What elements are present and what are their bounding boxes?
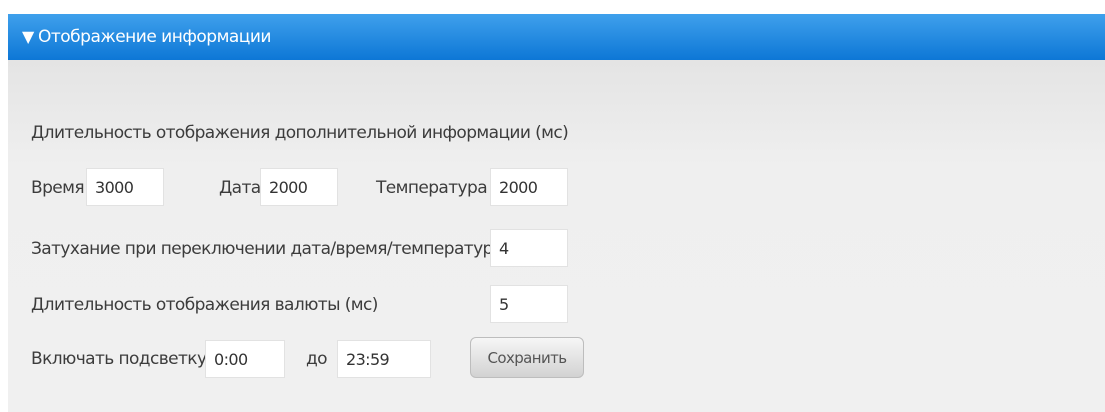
backlight-label: Включать подсветку с — [31, 349, 221, 369]
fade-duration-input[interactable] — [490, 229, 568, 267]
section-title: Отображение информации — [38, 27, 271, 47]
time-duration-input[interactable] — [86, 168, 164, 206]
currency-duration-input[interactable] — [490, 285, 568, 323]
backlight-from-input[interactable] — [205, 340, 285, 378]
section-header[interactable]: ▼ Отображение информации — [8, 14, 1105, 60]
temperature-label: Температура — [376, 178, 488, 198]
time-label: Время — [31, 178, 85, 198]
save-button[interactable]: Сохранить — [470, 337, 584, 378]
backlight-to-label: до — [306, 349, 328, 369]
date-duration-input[interactable] — [260, 168, 338, 206]
currency-duration-label: Длительность отображения валюты (мс) — [31, 295, 378, 315]
date-label: Дата — [219, 178, 261, 198]
info-display-panel: ▼ Отображение информации Длительность от… — [0, 0, 1105, 412]
display-duration-heading: Длительность отображения дополнительной … — [31, 123, 569, 143]
collapse-arrow-icon[interactable]: ▼ — [22, 28, 34, 46]
fade-label: Затухание при переключении дата/время/те… — [31, 239, 541, 259]
temperature-duration-input[interactable] — [490, 168, 568, 206]
backlight-to-input[interactable] — [337, 340, 431, 378]
